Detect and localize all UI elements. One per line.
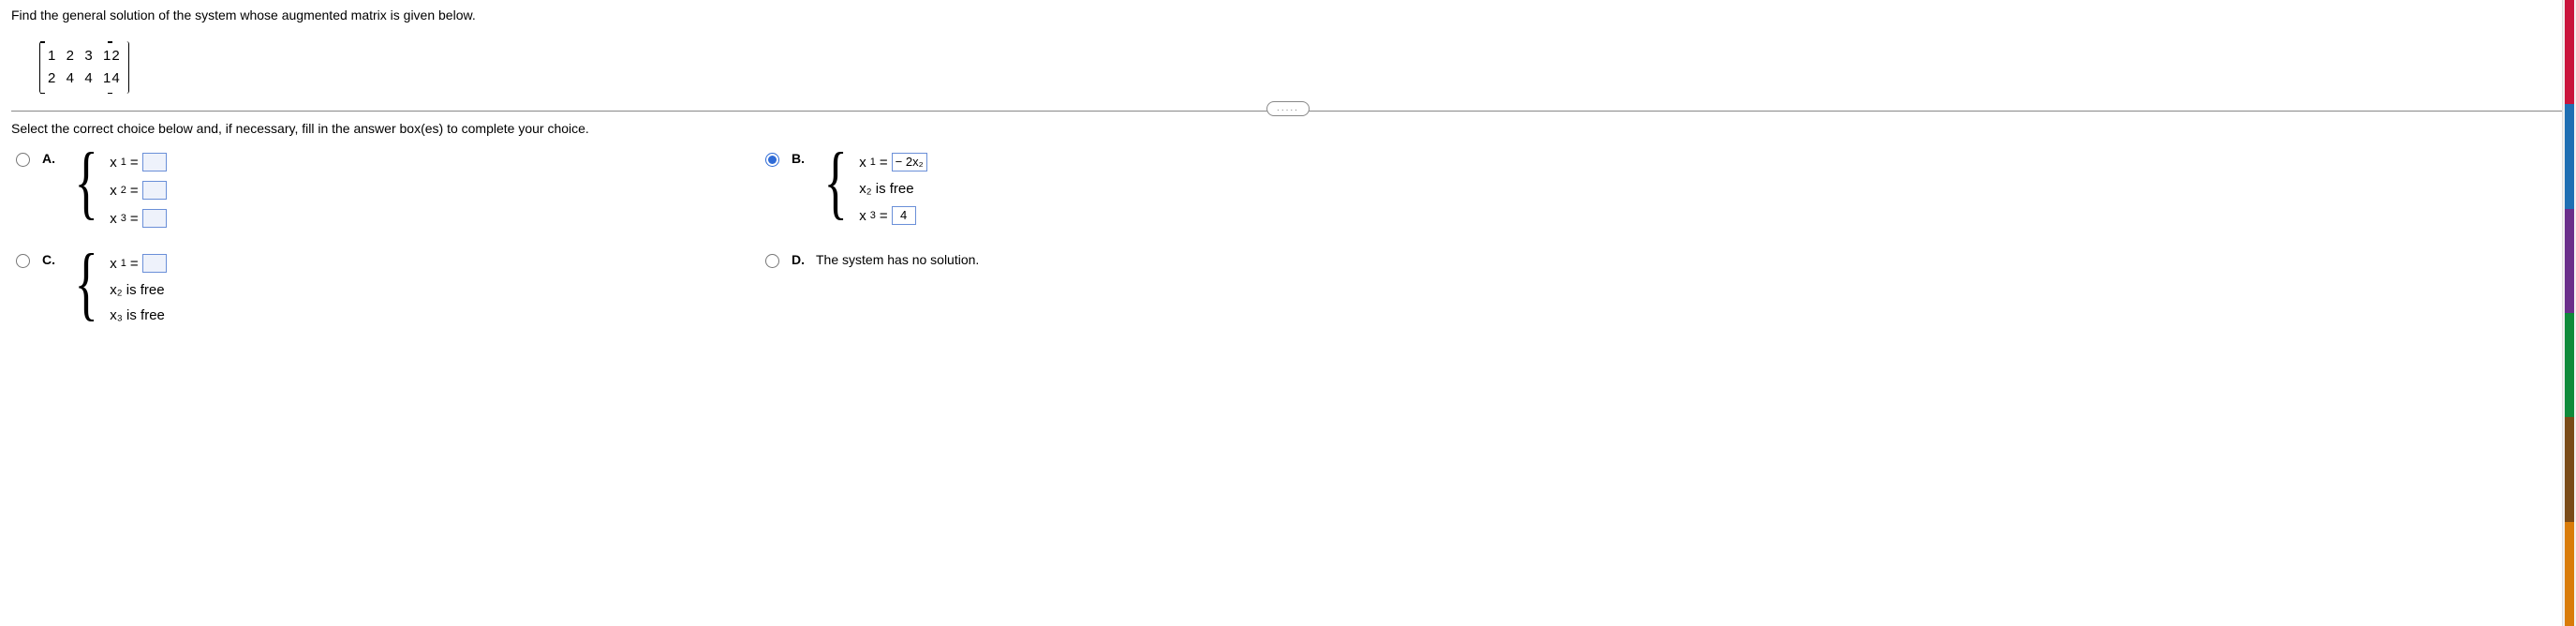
choice-a-label: A. [42,151,59,166]
left-brace-icon: { [74,245,97,323]
choice-d[interactable]: D. The system has no solution. [761,252,1473,331]
right-scrollbar[interactable] [2562,0,2576,626]
choice-c-eq2: x₂ is free [110,282,166,298]
choice-d-label: D. [792,252,808,267]
choice-grid: A. { x1 = x2 = x3 = B. [11,151,1473,331]
choice-a-input-1[interactable] [142,153,167,171]
instructions-text: Select the correct choice below and, if … [11,121,2565,136]
divider-toggle[interactable]: ..... [1266,101,1310,116]
augmented-matrix: 1 2 3 12 2 4 4 14 [39,41,129,94]
choice-b-input-1[interactable]: − 2x₂ [892,153,927,171]
matrix-row-1: 1 2 3 12 [48,45,121,67]
choice-b[interactable]: B. { x1 = − 2x₂ x₂ is free x3 = 4 [761,151,1473,230]
scroll-marker [2565,104,2574,208]
scroll-marker [2565,417,2574,521]
choice-b-eq2: x₂ is free [859,181,926,197]
left-brace-icon: { [823,143,847,222]
radio-b[interactable] [765,153,779,167]
choice-c-eq1: x1 = [110,254,166,273]
choice-b-eq3: x3 = 4 [859,206,926,225]
choice-b-eq1: x1 = − 2x₂ [859,153,926,171]
scroll-marker [2565,313,2574,417]
radio-c[interactable] [16,254,30,268]
scroll-marker [2565,209,2574,313]
radio-a[interactable] [16,153,30,167]
left-brace-icon: { [74,143,97,222]
choice-a-eq2: x2 = [110,181,166,200]
choice-c-eq3: x₃ is free [110,307,166,323]
choice-a[interactable]: A. { x1 = x2 = x3 = [11,151,723,230]
choice-b-input-2[interactable]: 4 [892,206,916,225]
choice-a-eq1: x1 = [110,153,166,171]
scroll-marker [2565,0,2574,104]
choice-c[interactable]: C. { x1 = x₂ is free x₃ is free [11,252,723,331]
choice-a-eq3: x3 = [110,209,166,228]
matrix-row-2: 2 4 4 14 [48,67,121,90]
choice-c-label: C. [42,252,59,267]
question-prompt: Find the general solution of the system … [11,7,2565,22]
scroll-marker [2565,522,2574,626]
choice-a-input-3[interactable] [142,209,167,228]
radio-d[interactable] [765,254,779,268]
choice-a-input-2[interactable] [142,181,167,200]
choice-d-text: The system has no solution. [816,252,979,267]
choice-b-label: B. [792,151,808,166]
choice-c-input-1[interactable] [142,254,167,273]
